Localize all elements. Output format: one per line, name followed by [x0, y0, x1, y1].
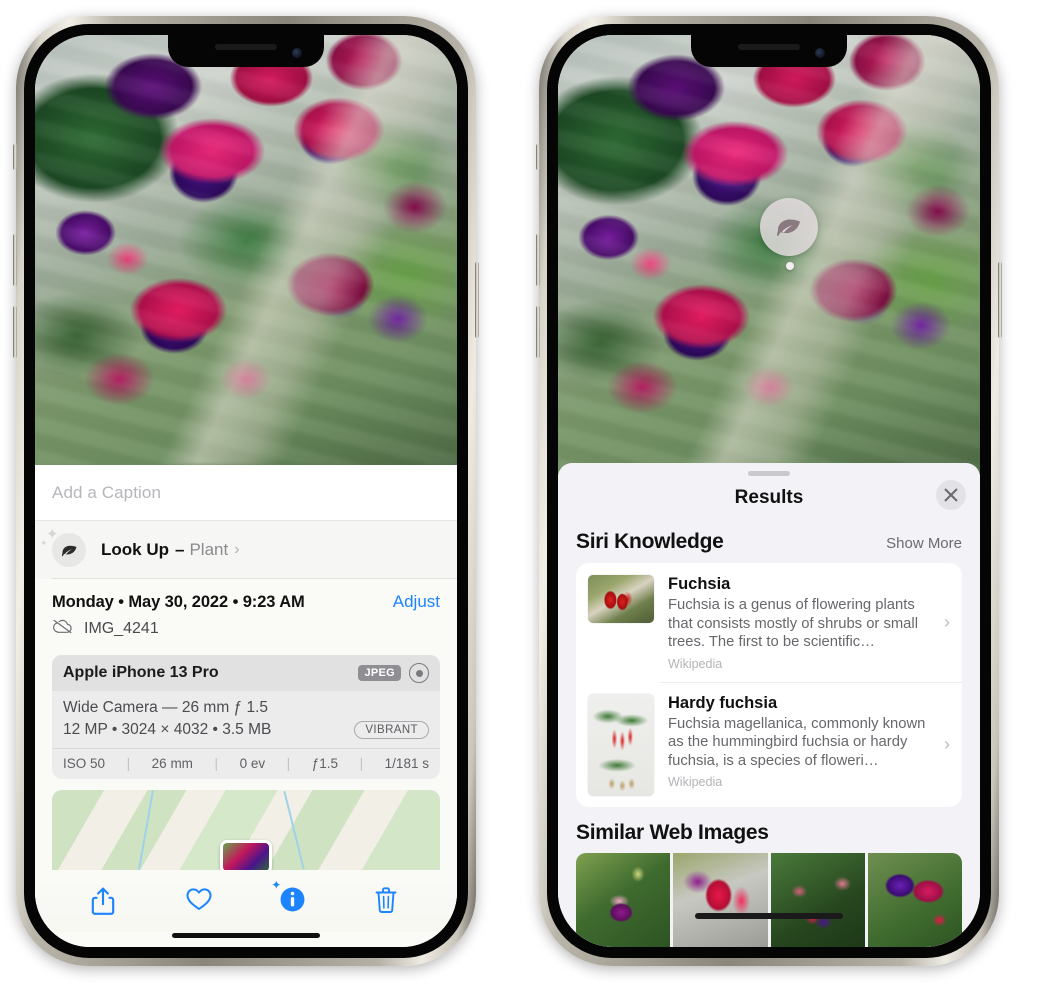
exif-separator: | — [286, 756, 291, 771]
siri-knowledge-card: Fuchsia Fuchsia is a genus of flowering … — [576, 563, 962, 807]
location-map[interactable] — [52, 790, 440, 870]
adjust-button[interactable]: Adjust — [393, 592, 440, 612]
right-phone-screen: Results Siri Knowledge Show More Fuchsia… — [558, 35, 980, 947]
knowledge-title: Hardy fuchsia — [668, 693, 778, 712]
photo-fuchsia-flowers[interactable] — [558, 35, 980, 475]
exif-shutter-speed: 1/181 s — [384, 756, 429, 771]
earpiece-speaker — [215, 44, 277, 50]
chevron-right-icon: › — [234, 541, 240, 558]
front-camera-icon — [815, 48, 825, 58]
screenshot-canvas: Add a Caption ✦ ✦ Look Up – Plant › Mond… — [0, 0, 1055, 985]
results-header: Results — [558, 476, 980, 520]
results-sheet: Results Siri Knowledge Show More Fuchsia… — [558, 463, 980, 947]
similar-web-images-title: Similar Web Images — [576, 820, 769, 844]
web-image-thumbnail[interactable] — [576, 852, 671, 947]
trash-icon[interactable] — [374, 886, 402, 916]
caption-input[interactable]: Add a Caption — [52, 483, 161, 503]
web-image-thumbnail[interactable] — [673, 852, 768, 947]
map-photo-pin[interactable] — [220, 840, 272, 870]
visual-lookup-anchor-dot — [786, 262, 794, 270]
right-phone-bezel: Results Siri Knowledge Show More Fuchsia… — [547, 24, 991, 958]
knowledge-thumbnail-image — [588, 693, 654, 796]
exif-footer: ISO 50 | 26 mm | 0 ev | ƒ1.5 | 1/181 s — [52, 748, 440, 779]
siri-knowledge-title: Siri Knowledge — [576, 530, 724, 553]
knowledge-source: Wikipedia — [668, 775, 723, 789]
volume-down-button[interactable] — [536, 306, 540, 358]
earpiece-speaker — [738, 44, 800, 50]
photo-fuchsia-flowers[interactable] — [35, 35, 457, 465]
exif-separator: | — [126, 756, 131, 771]
list-item[interactable]: Hardy fuchsia Fuchsia magellanica, commo… — [576, 681, 962, 807]
exif-card[interactable]: Apple iPhone 13 Pro JPEG Wide Camera — 2… — [52, 655, 440, 779]
photo-info-sheet: Add a Caption ✦ ✦ Look Up – Plant › Mond… — [35, 465, 457, 947]
sparkle-small-icon: ✦ — [40, 538, 48, 548]
knowledge-thumbnail-image — [588, 575, 654, 623]
photographic-style-badge: VIBRANT — [354, 721, 429, 739]
look-up-label: Look Up — [101, 540, 169, 559]
results-title: Results — [734, 487, 804, 508]
photo-toolbar: ✦ — [35, 870, 457, 932]
similar-web-images-header: Similar Web Images — [558, 807, 980, 853]
left-iphone-device: Add a Caption ✦ ✦ Look Up – Plant › Mond… — [13, 16, 479, 966]
share-icon[interactable] — [90, 886, 118, 916]
volume-up-button[interactable] — [536, 234, 540, 286]
silent-switch[interactable] — [13, 144, 17, 170]
show-more-button[interactable]: Show More — [886, 535, 962, 552]
date-time-block: Monday • May 30, 2022 • 9:23 AM Adjust I… — [35, 579, 457, 646]
siri-knowledge-header: Siri Knowledge Show More — [558, 520, 980, 563]
knowledge-description: Fuchsia magellanica, commonly known as t… — [668, 715, 926, 769]
visual-lookup-leaf-icon[interactable] — [760, 198, 818, 256]
look-up-dash: – — [175, 540, 185, 559]
similar-web-images-strip — [576, 852, 962, 947]
leaf-icon: ✦ ✦ — [40, 527, 86, 567]
home-indicator[interactable] — [172, 933, 320, 938]
lens-info: Wide Camera — 26 mm ƒ 1.5 — [63, 699, 269, 716]
knowledge-title: Fuchsia — [668, 575, 731, 593]
chevron-right-icon: › — [944, 734, 950, 754]
close-icon[interactable] — [936, 480, 966, 510]
exif-header: Apple iPhone 13 Pro JPEG — [52, 655, 440, 691]
image-specs: 12 MP • 3024 × 4032 • 3.5 MB — [63, 721, 272, 738]
knowledge-description: Fuchsia is a genus of flowering plants t… — [668, 597, 918, 650]
exif-exposure-value: 0 ev — [239, 756, 266, 771]
photo-datetime: Monday • May 30, 2022 • 9:23 AM — [52, 592, 305, 611]
exif-focal-length: 26 mm — [151, 756, 193, 771]
sparkle-icon: ✦ — [271, 878, 282, 892]
web-image-thumbnail[interactable] — [770, 852, 865, 947]
camera-device-name: Apple iPhone 13 Pro — [63, 664, 219, 681]
silent-switch[interactable] — [536, 144, 540, 170]
right-iphone-device: Results Siri Knowledge Show More Fuchsia… — [536, 16, 1002, 966]
list-item[interactable]: Fuchsia Fuchsia is a genus of flowering … — [576, 563, 962, 682]
exif-separator: | — [214, 756, 219, 771]
knowledge-source: Wikipedia — [668, 656, 723, 671]
exif-aperture: ƒ1.5 — [311, 756, 339, 771]
caption-field-row[interactable]: Add a Caption — [35, 465, 457, 521]
web-image-thumbnail[interactable] — [867, 852, 962, 947]
home-indicator[interactable] — [695, 913, 843, 919]
power-button[interactable] — [475, 262, 479, 338]
volume-up-button[interactable] — [13, 234, 17, 286]
info-icon[interactable]: ✦ — [271, 879, 307, 916]
notch — [691, 35, 847, 67]
left-phone-bezel: Add a Caption ✦ ✦ Look Up – Plant › Mond… — [24, 24, 468, 958]
power-button[interactable] — [998, 262, 1002, 338]
exif-separator: | — [359, 756, 364, 771]
chevron-right-icon: › — [944, 612, 950, 633]
icloud-slash-icon — [52, 619, 73, 639]
front-camera-icon — [292, 48, 302, 58]
look-up-row[interactable]: ✦ ✦ Look Up – Plant › — [35, 521, 457, 579]
volume-down-button[interactable] — [13, 306, 17, 358]
look-up-value: Plant — [189, 540, 229, 559]
photo-filename: IMG_4241 — [84, 620, 159, 637]
raw-ring-icon — [409, 663, 429, 683]
exif-body: Wide Camera — 26 mm ƒ 1.5 12 MP • 3024 ×… — [52, 691, 440, 748]
file-format-badge: JPEG — [358, 665, 401, 681]
heart-icon[interactable] — [185, 886, 213, 916]
exif-iso: ISO 50 — [63, 756, 106, 771]
left-phone-screen: Add a Caption ✦ ✦ Look Up – Plant › Mond… — [35, 35, 457, 947]
notch — [168, 35, 324, 67]
